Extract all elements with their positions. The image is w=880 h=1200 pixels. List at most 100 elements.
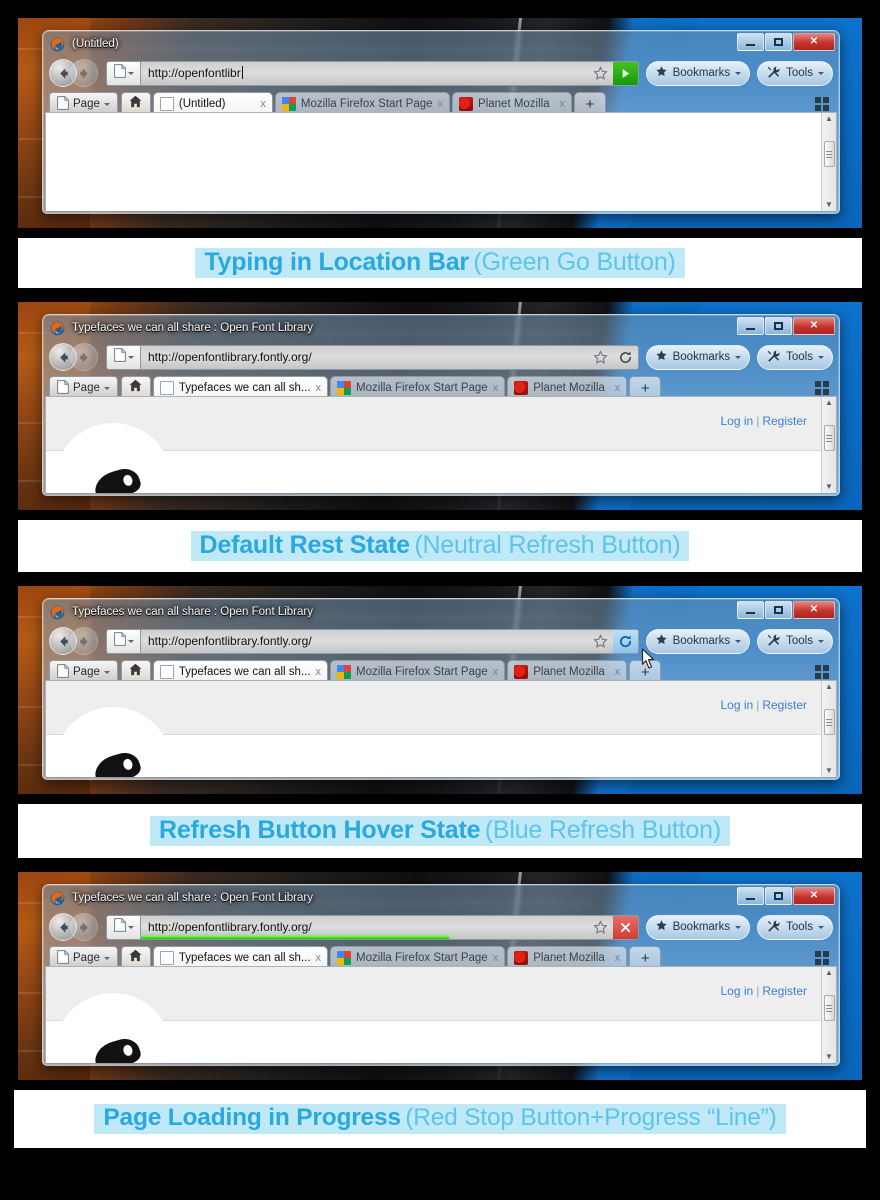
site-identity-button[interactable] [106, 628, 140, 654]
site-identity-button[interactable] [106, 914, 140, 940]
location-bar[interactable]: http://openfontlibr [140, 60, 639, 86]
favicon-moz-icon [514, 951, 529, 965]
tab-close-icon[interactable]: x [260, 98, 266, 110]
tab-close-icon[interactable]: x [493, 382, 499, 394]
bookmarks-button[interactable]: Bookmarks [645, 628, 751, 654]
minimize-button[interactable] [737, 33, 764, 51]
tab-close-icon[interactable]: x [316, 666, 322, 678]
tab-groups-icon[interactable] [815, 665, 829, 679]
tab-close-icon[interactable]: x [438, 98, 444, 110]
maximize-button[interactable] [765, 33, 792, 51]
site-header [46, 397, 821, 451]
page-sheet-icon [113, 631, 126, 651]
tab-close-icon[interactable]: x [615, 666, 621, 678]
tab-close-icon[interactable]: x [560, 98, 566, 110]
favicon-moz-icon [459, 97, 474, 111]
minimize-button[interactable] [737, 317, 764, 335]
scrollbar-thumb[interactable] [823, 141, 835, 167]
bookmarks-button[interactable]: Bookmarks [645, 60, 751, 86]
minimize-button[interactable] [737, 601, 764, 619]
register-link[interactable]: Register [762, 414, 807, 428]
content-area: Log in | Register ▲ ▼ [45, 680, 837, 777]
bookmarks-button-label: Bookmarks [672, 67, 731, 79]
scrollbar-thumb[interactable] [823, 425, 835, 451]
site-header [46, 681, 821, 735]
red-stop-x-icon[interactable] [612, 915, 638, 939]
scrollbar-thumb[interactable] [823, 995, 835, 1021]
location-bar[interactable]: http://openfontlibrary.fontly.org/ [140, 628, 639, 654]
bookmark-star-icon[interactable] [588, 919, 614, 935]
forward-button[interactable] [70, 343, 98, 371]
vertical-scrollbar[interactable]: ▲ ▼ [821, 967, 836, 1063]
site-identity-button[interactable] [106, 344, 140, 370]
refresh-icon[interactable] [613, 346, 638, 369]
site-identity-button[interactable] [106, 60, 140, 86]
auth-separator: | [756, 984, 760, 998]
bookmark-star-icon[interactable] [588, 349, 614, 365]
comparison-sheet: (Untitled) ✕ http://openfontlibr Bookmarks T… [0, 0, 880, 1200]
web-page-viewport[interactable]: Log in | Register [46, 397, 821, 493]
web-page-viewport[interactable]: Log in | Register [46, 681, 821, 777]
register-link[interactable]: Register [762, 698, 807, 712]
forward-button[interactable] [70, 627, 98, 655]
bookmarks-button[interactable]: Bookmarks [645, 344, 751, 370]
maximize-button[interactable] [765, 317, 792, 335]
close-button[interactable]: ✕ [793, 887, 835, 905]
chevron-down-icon [127, 355, 134, 362]
chevron-down-icon [735, 639, 742, 646]
scroll-up-arrow-icon[interactable]: ▲ [825, 115, 833, 123]
tab-close-icon[interactable]: x [615, 952, 621, 964]
location-bar[interactable]: http://openfontlibrary.fontly.org/ [140, 344, 639, 370]
scroll-down-arrow-icon[interactable]: ▼ [825, 201, 833, 209]
firefox-logo-icon [50, 605, 65, 620]
text-caret [241, 66, 243, 79]
login-link[interactable]: Log in [720, 698, 753, 712]
green-go-arrow-icon[interactable] [612, 61, 638, 85]
maximize-button[interactable] [765, 601, 792, 619]
favicon-blank-icon [159, 951, 174, 965]
scroll-down-arrow-icon[interactable]: ▼ [825, 767, 833, 775]
web-page-viewport[interactable]: Log in | Register [46, 967, 821, 1063]
tab-groups-icon[interactable] [815, 951, 829, 965]
refresh-icon[interactable] [612, 629, 638, 653]
scroll-down-arrow-icon[interactable]: ▼ [825, 1053, 833, 1061]
tab-close-icon[interactable]: x [316, 952, 322, 964]
scroll-down-arrow-icon[interactable]: ▼ [825, 483, 833, 491]
bookmark-star-icon[interactable] [588, 65, 614, 81]
tab-groups-icon[interactable] [815, 381, 829, 395]
bookmarks-button[interactable]: Bookmarks [645, 914, 751, 940]
bookmark-star-icon[interactable] [588, 633, 614, 649]
tab-close-icon[interactable]: x [493, 666, 499, 678]
forward-button[interactable] [70, 913, 98, 941]
minimize-button[interactable] [737, 887, 764, 905]
tab-close-icon[interactable]: x [316, 382, 322, 394]
tools-button[interactable]: Tools [757, 60, 833, 86]
forward-button[interactable] [70, 59, 98, 87]
scroll-up-arrow-icon[interactable]: ▲ [825, 683, 833, 691]
caption-text: Page Loading in Progress (Red Stop Butto… [94, 1104, 786, 1134]
location-bar[interactable]: http://openfontlibrary.fontly.org/ [140, 914, 639, 940]
login-link[interactable]: Log in [720, 984, 753, 998]
page-menu-label: Page [73, 952, 100, 964]
vertical-scrollbar[interactable]: ▲ ▼ [821, 681, 836, 777]
scroll-up-arrow-icon[interactable]: ▲ [825, 399, 833, 407]
content-area: Log in | Register ▲ ▼ [45, 396, 837, 493]
login-link[interactable]: Log in [720, 414, 753, 428]
close-button[interactable]: ✕ [793, 317, 835, 335]
maximize-button[interactable] [765, 887, 792, 905]
close-button[interactable]: ✕ [793, 33, 835, 51]
scrollbar-thumb[interactable] [823, 709, 835, 735]
tab-groups-icon[interactable] [815, 97, 829, 111]
vertical-scrollbar[interactable]: ▲ ▼ [821, 397, 836, 493]
register-link[interactable]: Register [762, 984, 807, 998]
tools-button[interactable]: Tools [757, 344, 833, 370]
web-page-viewport[interactable] [46, 113, 821, 211]
scroll-up-arrow-icon[interactable]: ▲ [825, 969, 833, 977]
close-button[interactable]: ✕ [793, 601, 835, 619]
firefox-logo-icon [50, 37, 65, 52]
tab-close-icon[interactable]: x [493, 952, 499, 964]
tab-close-icon[interactable]: x [615, 382, 621, 394]
tools-button[interactable]: Tools [757, 628, 833, 654]
vertical-scrollbar[interactable]: ▲ ▼ [821, 113, 836, 211]
tools-button[interactable]: Tools [757, 914, 833, 940]
